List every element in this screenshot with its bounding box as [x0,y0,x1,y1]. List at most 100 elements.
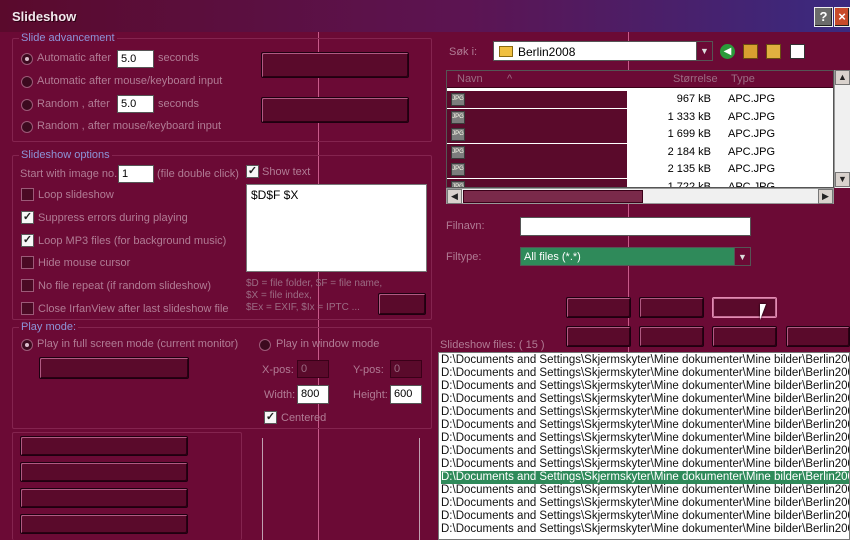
hide-cursor-checkbox[interactable] [21,256,34,269]
loop-label: Loop slideshow [38,189,114,201]
loop-checkbox[interactable] [21,188,34,201]
text-options-button[interactable] [378,293,426,315]
auto-after-label: Automatic after [37,52,111,64]
no-repeat-checkbox[interactable] [21,279,34,292]
auto-mouse-radio[interactable] [21,76,33,88]
file-list[interactable]: Navn ^ Størrelse Type JPG 967 kB APC.JPG JP… [446,70,834,188]
height-input[interactable]: 600 [390,385,422,404]
list-item[interactable]: D:\Documents and Settings\Skjermskyter\M… [441,510,849,523]
file-row[interactable]: JPG 2 184 kB APC.JPG [447,143,833,161]
random-after-radio[interactable] [21,99,33,111]
scroll-down-icon[interactable]: ▼ [835,172,850,187]
suppress-checkbox[interactable]: ✓ [21,211,34,224]
slideshow-files-list[interactable]: D:\Documents and Settings\Skjermskyter\M… [438,352,850,540]
window-mode-label: Play in window mode [276,338,380,350]
fullscreen-label: Play in full screen mode (current monito… [37,338,239,350]
action-button-3[interactable] [20,488,188,508]
fullscreen-radio[interactable] [21,339,33,351]
close-after-checkbox[interactable] [21,302,34,315]
list-item[interactable]: D:\Documents and Settings\Skjermskyter\M… [441,471,849,484]
grid-button-2[interactable] [639,297,704,318]
group-legend: Slideshow options [19,149,112,161]
file-size-cell: 2 135 kB [667,163,711,176]
file-size-cell: 2 184 kB [667,145,711,158]
filename-input[interactable] [520,217,751,236]
list-item[interactable]: D:\Documents and Settings\Skjermskyter\M… [441,445,849,458]
scroll-up-icon[interactable]: ▲ [835,70,850,85]
file-row[interactable]: JPG 1 722 kB APC.JPG [447,179,833,188]
list-item[interactable]: D:\Documents and Settings\Skjermskyter\M… [441,354,849,367]
grid-button-6[interactable] [712,326,777,347]
close-button[interactable]: × [834,7,850,27]
random-after-input[interactable]: 5.0 [117,95,154,113]
view-menu-icon[interactable] [790,44,805,59]
file-size-cell: 1 722 kB [667,181,711,188]
hscroll-thumb[interactable] [463,190,643,203]
group-legend: Slide advancement [19,32,117,44]
file-type-cell: APC.JPG [728,110,776,123]
text-format-input[interactable]: $D$F $X [246,184,427,272]
col-name-header[interactable]: Navn [457,73,483,85]
list-item[interactable]: D:\Documents and Settings\Skjermskyter\M… [441,406,849,419]
seconds-label: seconds [158,52,199,64]
folder-icon [499,46,513,57]
list-item[interactable]: D:\Documents and Settings\Skjermskyter\M… [441,367,849,380]
window-mode-radio[interactable] [259,339,271,351]
col-size-header[interactable]: Størrelse [673,73,718,85]
loop-mp3-checkbox[interactable]: ✓ [21,234,34,247]
look-in-dropdown[interactable]: Berlin2008 ▼ [493,41,713,61]
ypos-input[interactable]: 0 [390,360,422,378]
file-name-cell [447,143,627,161]
random-mouse-radio[interactable] [21,121,33,133]
scroll-right-icon[interactable]: ▶ [818,189,833,204]
back-icon[interactable]: ◀ [720,44,735,59]
file-row[interactable]: JPG 2 135 kB APC.JPG [447,161,833,179]
file-list-vscroll[interactable]: ▲ ▼ [834,70,850,188]
file-type-cell: APC.JPG [728,128,776,141]
fullscreen-options-button[interactable] [39,357,189,379]
grid-button-7[interactable] [786,326,850,347]
xpos-input[interactable]: 0 [297,360,329,378]
grid-button-4[interactable] [566,326,631,347]
start-with-input[interactable]: 1 [118,165,154,183]
width-input[interactable]: 800 [297,385,329,404]
file-type-cell: APC.JPG [728,181,776,188]
new-folder-icon[interactable] [766,44,781,59]
auto-after-input[interactable]: 5.0 [117,50,154,68]
list-item[interactable]: D:\Documents and Settings\Skjermskyter\M… [441,393,849,406]
list-item[interactable]: D:\Documents and Settings\Skjermskyter\M… [441,497,849,510]
centered-checkbox[interactable]: ✓ [264,411,277,424]
sort-icon: ^ [507,73,513,85]
loop-mp3-label: Loop MP3 files (for background music) [38,235,227,247]
up-folder-icon[interactable] [743,44,758,59]
show-text-label: Show text [262,166,311,178]
list-item[interactable]: D:\Documents and Settings\Skjermskyter\M… [441,484,849,497]
action-button-2[interactable] [20,462,188,482]
close-after-label: Close IrfanView after last slideshow fil… [38,303,229,315]
scroll-left-icon[interactable]: ◀ [447,189,462,204]
jpg-file-icon: JPG [451,145,465,159]
file-size-cell: 1 699 kB [667,128,711,141]
grid-button-5[interactable] [639,326,704,347]
centered-label: Centered [281,412,327,424]
action-button-4[interactable] [20,514,188,534]
file-row[interactable]: JPG 1 699 kB APC.JPG [447,126,833,144]
list-item[interactable]: D:\Documents and Settings\Skjermskyter\M… [441,458,849,471]
help-button[interactable]: ? [814,7,833,27]
advancement-button-2[interactable] [261,97,409,123]
action-button-1[interactable] [20,436,188,456]
list-item[interactable]: D:\Documents and Settings\Skjermskyter\M… [441,523,849,536]
file-row[interactable]: JPG 1 333 kB APC.JPG [447,108,833,126]
col-type-header[interactable]: Type [731,73,755,85]
list-item[interactable]: D:\Documents and Settings\Skjermskyter\M… [441,432,849,445]
show-text-checkbox[interactable]: ✓ [246,165,259,178]
list-item[interactable]: D:\Documents and Settings\Skjermskyter\M… [441,380,849,393]
advancement-button-1[interactable] [261,52,409,78]
auto-after-radio[interactable] [21,53,33,65]
file-type-cell: APC.JPG [728,145,776,158]
file-list-hscroll[interactable]: ◀ ▶ [446,188,834,204]
filetype-dropdown[interactable]: All files (*.*) ▼ [520,247,751,266]
file-row[interactable]: JPG 967 kB APC.JPG [447,91,833,108]
list-item[interactable]: D:\Documents and Settings\Skjermskyter\M… [441,419,849,432]
grid-button-1[interactable] [566,297,631,318]
